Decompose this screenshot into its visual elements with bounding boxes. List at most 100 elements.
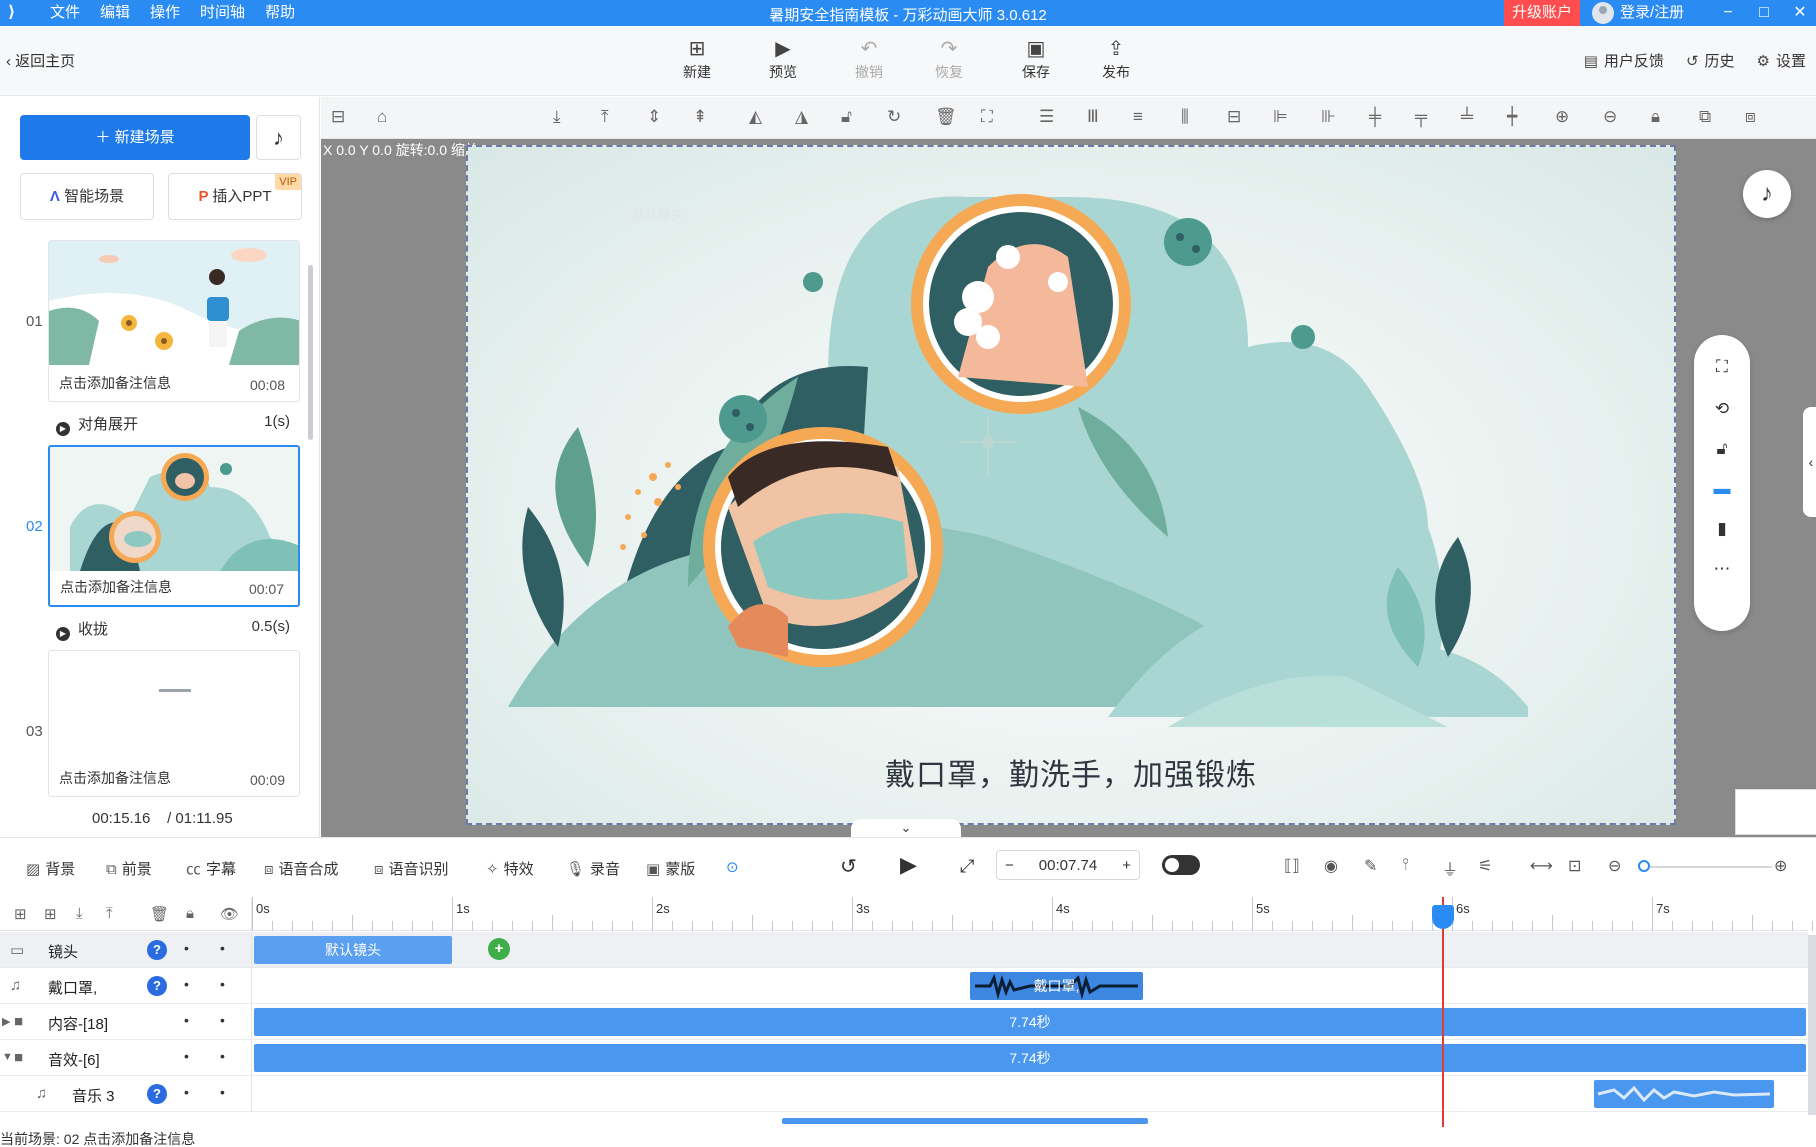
rotate-icon[interactable]: ↻ xyxy=(887,107,901,127)
scene-note[interactable]: 点击添加备注信息 xyxy=(59,373,171,393)
unlock-icon[interactable]: 🔓︎ xyxy=(1694,439,1750,459)
delete-icon[interactable]: 🗑︎ xyxy=(935,107,957,127)
fullscreen-icon[interactable]: ⤢ xyxy=(960,856,974,877)
dot-icon[interactable]: • xyxy=(184,1084,189,1100)
middle-icon[interactable]: ┿ xyxy=(1507,107,1517,127)
fit-icon[interactable]: ⛶ xyxy=(981,107,993,127)
adjust-icon[interactable]: ⚟ xyxy=(1478,856,1492,876)
dot-icon[interactable]: • xyxy=(220,940,225,956)
space-v-icon[interactable]: ⊟ xyxy=(1227,107,1241,127)
track-sound-effects[interactable]: ▼ ■ 音效-[6] • • 7.74秒 xyxy=(0,1040,1808,1076)
split-icon[interactable]: ⫯ xyxy=(1402,856,1409,874)
background-button[interactable]: ▨ 背景 xyxy=(26,858,75,879)
zoom-in-icon[interactable]: ⊕ xyxy=(1555,107,1569,127)
dot-icon[interactable]: • xyxy=(220,1084,225,1100)
plus-icon[interactable]: + xyxy=(1122,857,1131,874)
align-left-icon[interactable]: ☰ xyxy=(1039,107,1054,127)
audio-clip[interactable]: 戴口罩, xyxy=(970,972,1143,1000)
minimize-icon[interactable]: − xyxy=(1710,0,1746,26)
chevron-down-icon[interactable]: ⌄ xyxy=(851,819,961,837)
publish-button[interactable]: ⇪ 发布 xyxy=(1086,36,1146,82)
zoom-slider-handle[interactable] xyxy=(1638,860,1650,872)
playhead[interactable] xyxy=(1442,897,1444,1127)
screenshot-icon[interactable]: ⛶ xyxy=(1694,357,1750,377)
delete-icon[interactable]: 🗑︎ xyxy=(150,905,169,923)
track-camera[interactable]: ▭ 镜头 ? • • 默认镜头 + xyxy=(0,932,1808,968)
clip[interactable]: 7.74秒 xyxy=(254,1008,1806,1036)
top-icon[interactable]: ╤ xyxy=(1415,107,1427,127)
feedback-button[interactable]: ▤ 用户反馈 xyxy=(1584,50,1664,71)
new-scene-button[interactable]: ＋ 新建场景 xyxy=(20,115,250,160)
mask-button[interactable]: ▣ 蒙版 xyxy=(646,858,695,879)
menu-file[interactable]: 文件 xyxy=(40,3,90,23)
align-vcenter-icon[interactable]: ⇕ xyxy=(647,107,661,127)
align-top-icon[interactable]: ⤒ xyxy=(601,107,609,127)
dot-icon[interactable]: • xyxy=(220,1048,225,1064)
caption-button[interactable]: ㏄字幕 xyxy=(186,858,236,879)
save-button[interactable]: ▣ 保存 xyxy=(1006,36,1066,82)
scene-card-03[interactable]: 点击添加备注信息 00:09 xyxy=(48,650,300,797)
audio-clip[interactable] xyxy=(1594,1080,1774,1108)
one-to-one-icon[interactable]: ⊡ xyxy=(1568,856,1581,876)
help-icon[interactable]: ? xyxy=(147,1084,167,1104)
scene-list-scrollbar[interactable] xyxy=(308,265,313,440)
minus-icon[interactable]: − xyxy=(1005,857,1014,874)
help-icon[interactable]: ? xyxy=(147,940,167,960)
add-folder-icon[interactable]: ⊞ xyxy=(14,905,27,923)
lock-canvas-icon[interactable]: 🔒︎ xyxy=(1651,107,1660,127)
zoom-in-icon[interactable]: ⊕ xyxy=(1774,856,1787,876)
move-down-icon[interactable]: ⤓ xyxy=(76,905,83,922)
more-options-icon[interactable]: ⊙ xyxy=(726,858,739,876)
insert-ppt-button[interactable]: P 插入PPT VIP xyxy=(168,173,302,220)
track-content[interactable]: ▶ ■ 内容-[18] • • 7.74秒 xyxy=(0,1004,1808,1040)
music-note-icon[interactable]: ♪ xyxy=(256,115,301,160)
desktop-icon[interactable]: ▬ xyxy=(1694,479,1750,499)
align-right-icon[interactable]: ≡ xyxy=(1133,107,1143,127)
ruler-icon[interactable]: ⊟ xyxy=(331,107,345,127)
align-l-icon[interactable]: ⊫ xyxy=(1273,107,1288,127)
maximize-icon[interactable]: □ xyxy=(1746,0,1782,26)
center-h-icon[interactable]: ╪ xyxy=(1369,107,1381,127)
canvas-stage[interactable]: ▭ 默认镜头 戴口罩，勤洗手，加强锻炼 xyxy=(466,145,1676,825)
home-icon[interactable]: ⌂ xyxy=(377,107,387,127)
timeline-scrollbar[interactable] xyxy=(1808,935,1816,1115)
dot-icon[interactable]: • xyxy=(184,976,189,992)
dot-icon[interactable]: • xyxy=(184,940,189,956)
add-keyframe-icon[interactable]: + xyxy=(488,938,510,960)
mobile-icon[interactable]: ▮ xyxy=(1694,519,1750,539)
more-icon[interactable]: ⋯ xyxy=(1694,559,1750,579)
edit-icon[interactable]: ✎ xyxy=(1364,856,1377,876)
playhead-handle[interactable] xyxy=(1432,905,1454,929)
back-home-button[interactable]: ‹ 返回主页 xyxy=(6,50,75,71)
time-value[interactable]: 00:07.74 xyxy=(1039,857,1097,874)
settings-button[interactable]: ⚙ 设置 xyxy=(1757,50,1806,71)
lock-icon[interactable]: 🔒︎ xyxy=(186,905,194,922)
zoom-out-icon[interactable]: ⊖ xyxy=(1603,107,1617,127)
tts-button[interactable]: ⧈ 语音合成 xyxy=(264,858,339,879)
preview-button[interactable]: ▶ 预览 xyxy=(753,36,813,82)
transition-item[interactable]: ▶ 对角展开 1(s) xyxy=(56,413,290,436)
partial-clip[interactable] xyxy=(782,1118,1148,1124)
zoom-track[interactable] xyxy=(1644,866,1772,868)
add-folder2-icon[interactable]: ⊞ xyxy=(44,905,57,923)
fit-width-icon[interactable]: ⟷ xyxy=(1530,856,1553,876)
dot-icon[interactable]: • xyxy=(220,1012,225,1028)
copy-icon[interactable]: ⧉ xyxy=(1699,107,1711,127)
dot-icon[interactable]: • xyxy=(184,1048,189,1064)
lock-icon[interactable]: 🔓︎ xyxy=(841,107,852,127)
record-button[interactable]: 🎙︎ 录音 xyxy=(566,858,620,879)
track-music[interactable]: ♫ 音乐 3 ? • • xyxy=(0,1076,1808,1112)
scene-note[interactable]: 点击添加备注信息 xyxy=(59,768,171,788)
space-h-icon[interactable]: ⫼ xyxy=(1181,107,1189,127)
chevron-left-icon[interactable]: ‹ xyxy=(1803,407,1816,517)
flip-vertical-icon[interactable]: ◮ xyxy=(795,107,808,127)
clip[interactable]: 7.74秒 xyxy=(254,1044,1806,1072)
bottom-icon[interactable]: ╧ xyxy=(1461,107,1473,127)
menu-operate[interactable]: 操作 xyxy=(140,3,190,23)
move-up-icon[interactable]: ⤒ xyxy=(106,905,113,922)
rotate-device-icon[interactable]: ⟲ xyxy=(1694,399,1750,419)
bracket-icon[interactable]: ⟦⟧ xyxy=(1284,856,1300,876)
flip-horizontal-icon[interactable]: ◭ xyxy=(749,107,762,127)
expand-icon[interactable]: ▶ xyxy=(2,1015,10,1028)
camera-icon[interactable]: ◉ xyxy=(1324,856,1338,876)
